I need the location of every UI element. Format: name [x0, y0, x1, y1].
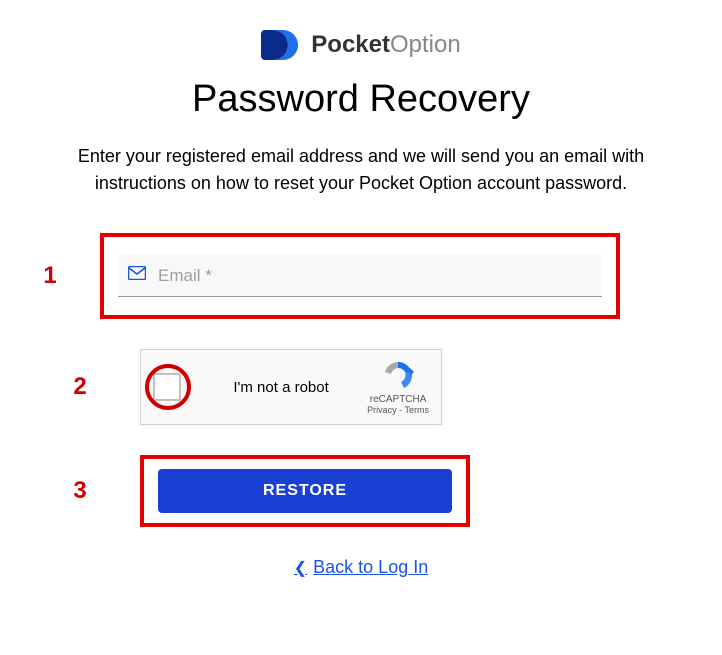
step-number-1: 1 [0, 262, 100, 290]
restore-button[interactable]: RESTORE [158, 469, 452, 513]
recaptcha-widget: I'm not a robot reCAPTCHA Privacy - Term… [140, 349, 442, 425]
pocket-logo-icon [261, 30, 301, 60]
chevron-left-icon: ❮ [294, 558, 307, 578]
back-to-login-link[interactable]: ❮ Back to Log In [294, 557, 428, 578]
brand-name: PocketOption [311, 31, 460, 59]
recaptcha-checkbox[interactable] [153, 373, 181, 401]
email-highlight-box: Email * [100, 233, 620, 319]
step-number-3: 3 [0, 477, 100, 505]
email-input[interactable]: Email * [118, 255, 602, 297]
back-to-login-label: Back to Log In [313, 557, 428, 578]
recaptcha-brand: reCAPTCHA [367, 394, 429, 405]
page-description: Enter your registered email address and … [0, 143, 722, 197]
page-title: Password Recovery [0, 78, 722, 121]
recaptcha-legal[interactable]: Privacy - Terms [367, 405, 429, 415]
restore-highlight-box: RESTORE [140, 455, 470, 527]
envelope-icon [128, 266, 146, 285]
brand-logo: PocketOption [0, 30, 722, 60]
recaptcha-label: I'm not a robot [195, 379, 367, 396]
brand-name-light: Option [390, 31, 461, 58]
step-number-2: 2 [0, 373, 100, 401]
recaptcha-logo-icon [382, 360, 414, 392]
brand-name-bold: Pocket [311, 31, 390, 58]
email-placeholder: Email * [158, 266, 212, 286]
